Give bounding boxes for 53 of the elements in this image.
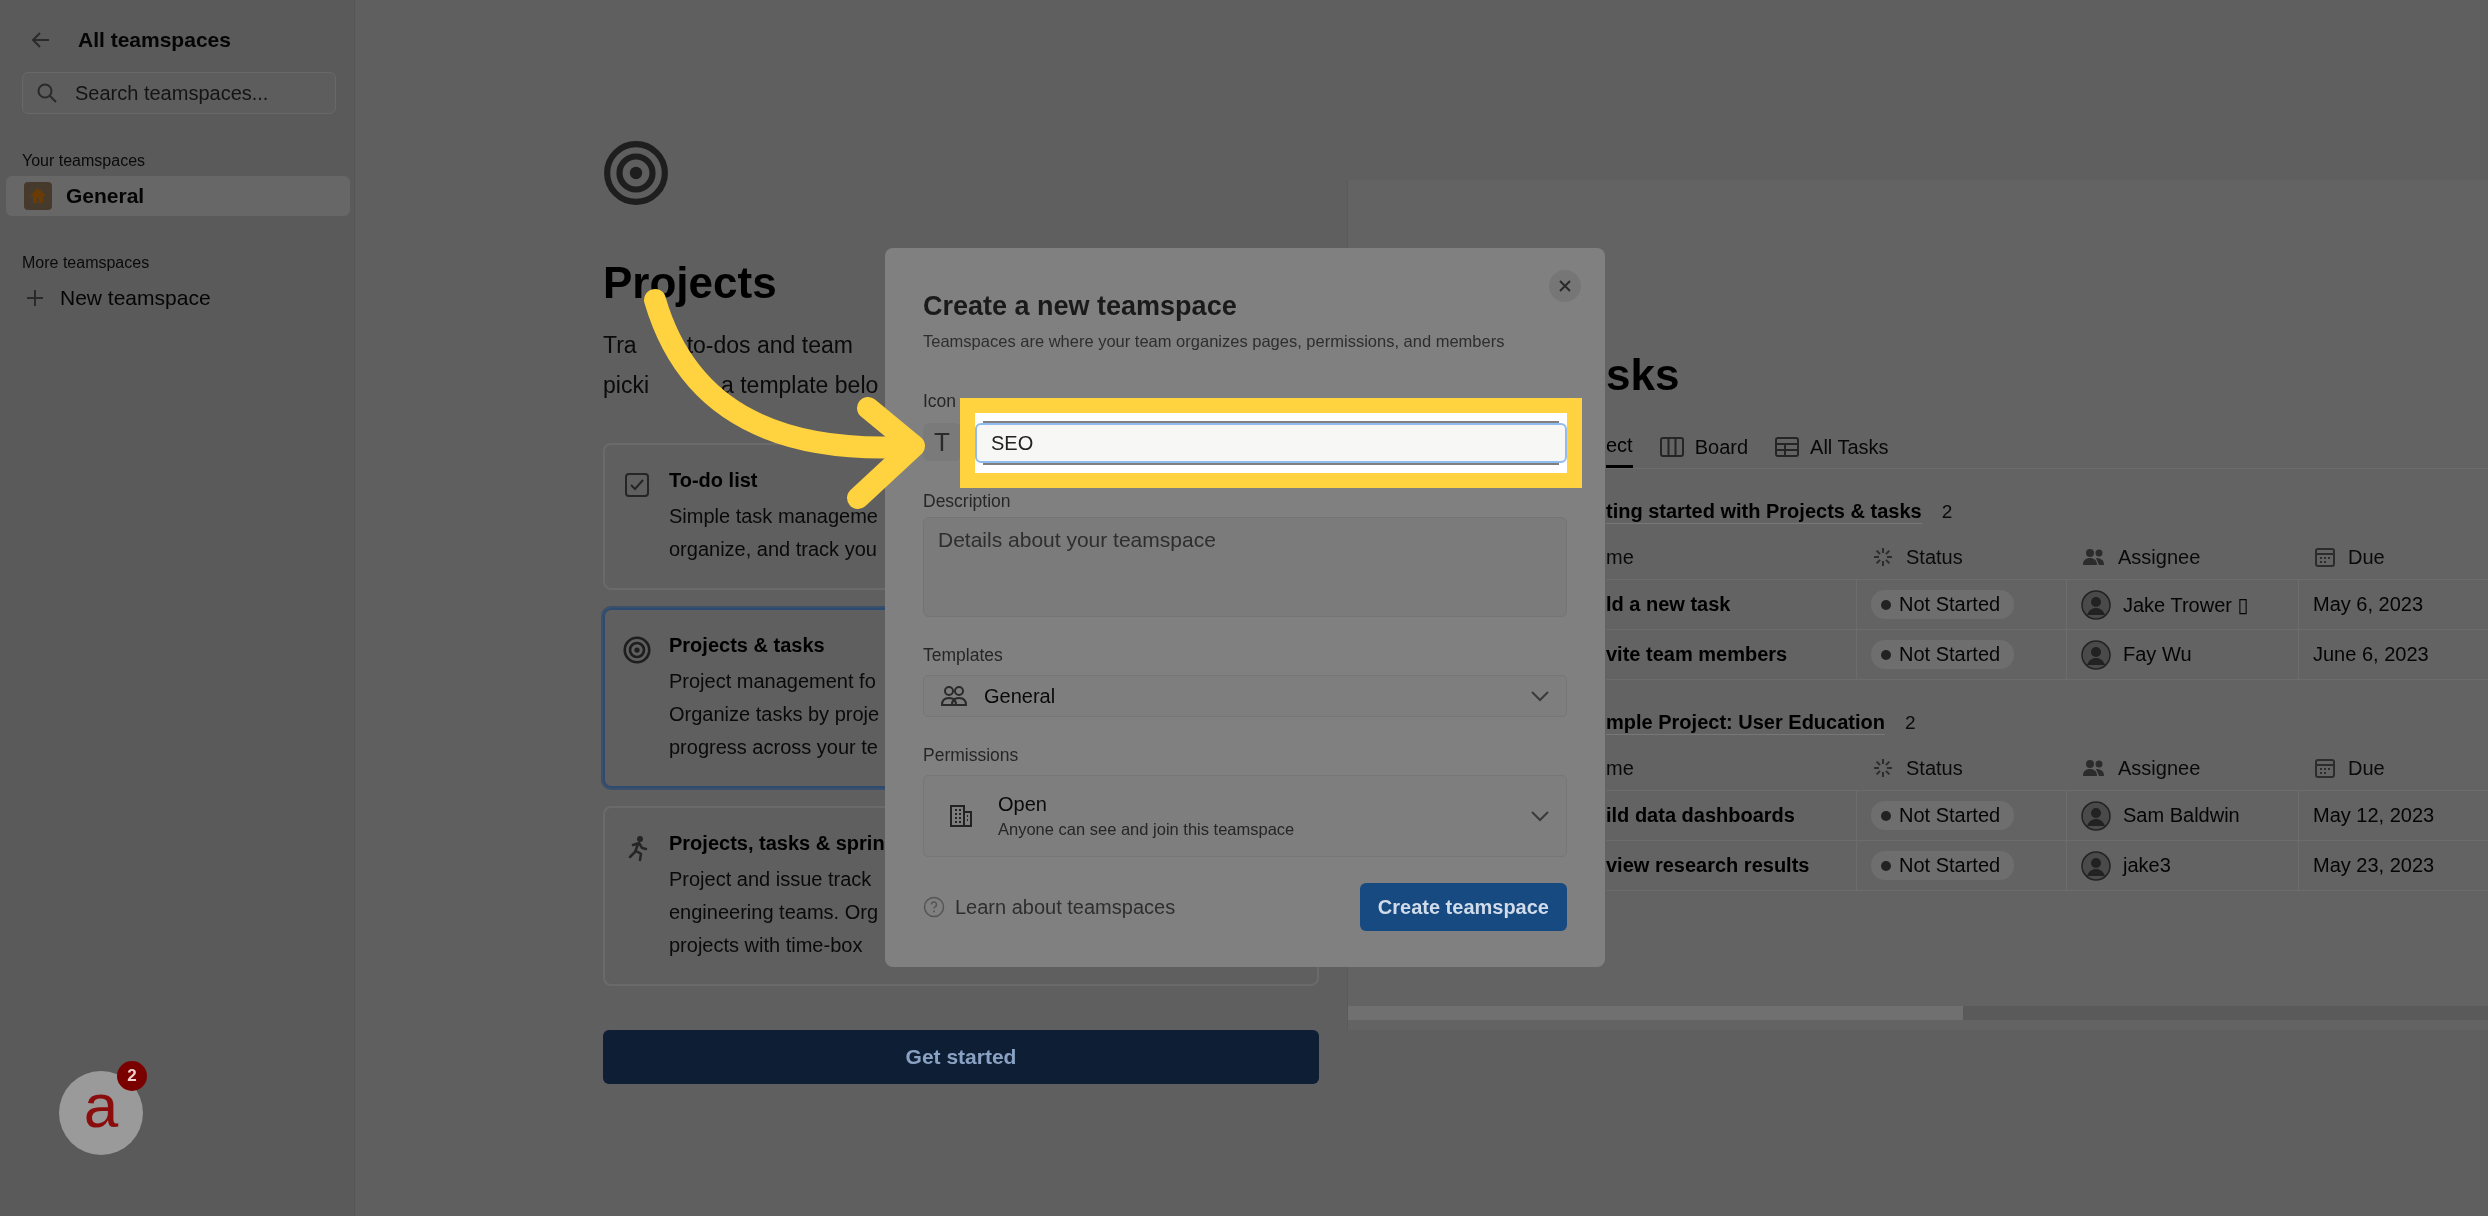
task-name: view research results (1606, 854, 1810, 877)
task-name: ld a new task (1606, 593, 1731, 616)
card-description: Organize tasks by proje (669, 702, 880, 727)
card-description: Project management fo (669, 669, 877, 694)
column-header: Status (1906, 756, 1963, 780)
column-header: me (1606, 545, 1634, 569)
field-label: Description (923, 491, 1011, 513)
card-description: Project and issue track (669, 867, 873, 892)
description-text: to-dos and team (686, 331, 853, 360)
column-header: Status (1906, 545, 1963, 569)
card-title: Projects & tasks (669, 634, 826, 657)
task-name: vite team members (1606, 643, 1788, 666)
column-header: me (1606, 756, 1634, 780)
field-label: Icon (923, 391, 957, 413)
card-description: engineering teams. Org (669, 900, 879, 925)
column-header: Assignee (2118, 756, 2201, 780)
assignee-name: jake3 (2123, 854, 2171, 877)
dialog-title: Create a new teamspace (923, 290, 1237, 323)
page-title: Projects (603, 258, 777, 308)
card-description: organize, and track you (669, 537, 878, 562)
column-header: Assignee (2118, 545, 2201, 569)
card-title: Projects, tasks & sprin (669, 832, 885, 855)
group-count: 2 (1941, 501, 1953, 523)
dialog-subtitle: Teamspaces are where your team organizes pages, permissions, and members (923, 332, 1505, 351)
due-date: May 12, 2023 (2313, 804, 2435, 827)
assignee-name: Sam Baldwin (2123, 804, 2240, 827)
due-date: May 6, 2023 (2313, 593, 2424, 616)
section-heading: More teamspaces (22, 254, 150, 272)
due-date: May 23, 2023 (2313, 854, 2435, 877)
task-name: ild data dashboards (1606, 804, 1795, 827)
card-description: projects with time-box (669, 933, 864, 958)
card-title: To-do list (669, 469, 759, 492)
column-header: Due (2348, 756, 2385, 780)
status-tag: Not Started (1871, 640, 2015, 669)
select-value: General (984, 684, 1057, 708)
preview-title: sks (1606, 350, 1681, 400)
column-header: Due (2348, 545, 2385, 569)
status-tag: Not Started (1871, 851, 2015, 880)
card-description: Simple task manageme (669, 504, 878, 529)
description-text: picki (603, 371, 649, 400)
due-date: June 6, 2023 (2313, 643, 2429, 666)
section-heading: Your teamspaces (22, 152, 146, 170)
select-description: Anyone can see and join this teamspace (998, 820, 1296, 839)
group-count: 2 (1904, 712, 1916, 734)
field-label: Templates (923, 645, 1003, 667)
description-text: Tra (603, 331, 637, 360)
assignee-name: Fay Wu (2123, 643, 2192, 666)
card-description: progress across your te (669, 735, 879, 760)
status-tag: Not Started (1871, 590, 2015, 619)
status-tag: Not Started (1871, 801, 2015, 830)
field-label: Permissions (923, 745, 1019, 767)
select-value: Open (998, 793, 1048, 816)
assignee-name: Jake Trower ▯ (2123, 592, 2249, 617)
